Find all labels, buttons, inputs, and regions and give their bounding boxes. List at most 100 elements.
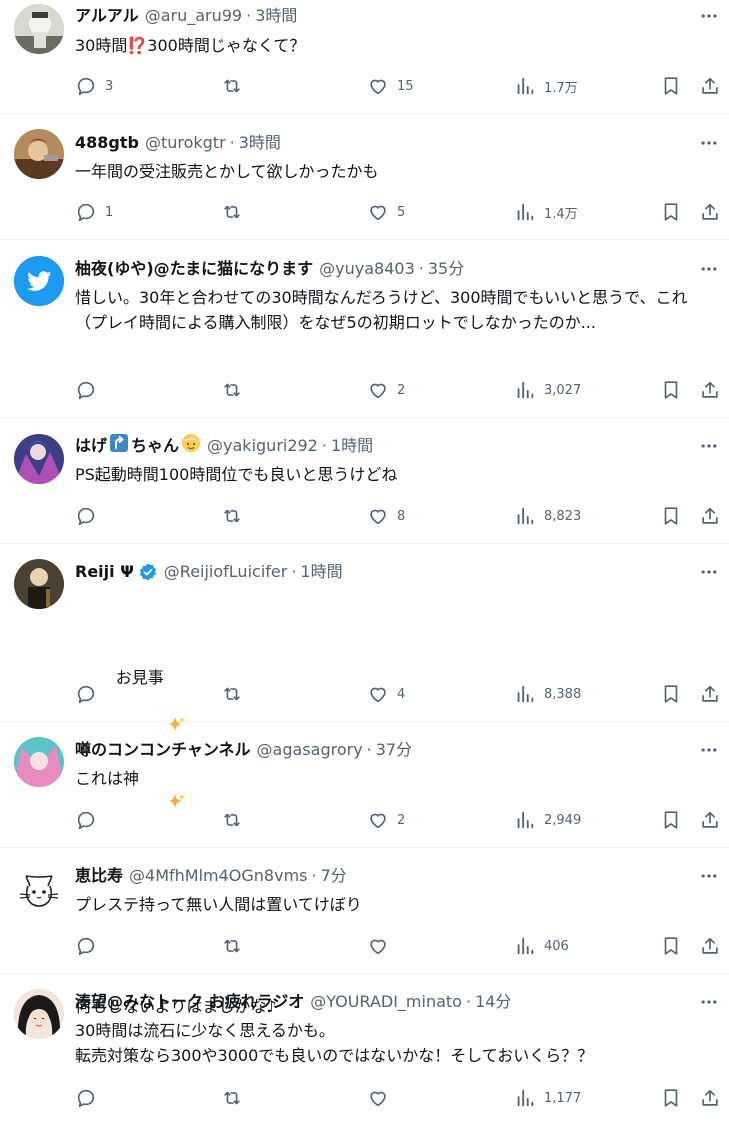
avatar[interactable] (14, 864, 64, 914)
retweet-button[interactable] (221, 378, 251, 402)
like-button[interactable]: 4 (367, 682, 405, 706)
bookmark-button[interactable] (660, 1086, 682, 1110)
user-handle[interactable]: @turokgtr (145, 131, 226, 155)
reply-button[interactable] (75, 682, 105, 706)
more-options-button[interactable] (697, 864, 721, 888)
share-button[interactable] (699, 378, 721, 402)
views-button[interactable]: 3,027 (514, 378, 581, 402)
more-options-button[interactable] (697, 560, 721, 584)
timestamp[interactable]: 3時間 (255, 4, 297, 28)
share-button[interactable] (699, 74, 721, 98)
user-handle[interactable]: @yakiguri292 (207, 434, 318, 458)
retweet-button[interactable] (221, 1086, 251, 1110)
display-name[interactable]: Reiji Ψ (75, 560, 134, 584)
share-button[interactable] (699, 808, 721, 832)
tweet-5[interactable]: Reiji Ψ @ReijiofLuicifer · 1時間 お見事 何もしない… (0, 544, 729, 1016)
avatar[interactable] (14, 4, 64, 54)
avatar[interactable] (14, 129, 64, 179)
timestamp[interactable]: 14分 (475, 990, 511, 1014)
reply-button[interactable] (75, 378, 105, 402)
display-name-part[interactable]: ちゃん (131, 434, 179, 458)
share-button[interactable] (699, 934, 721, 958)
user-handle[interactable]: @yuya8403 (319, 257, 415, 281)
user-handle[interactable]: @YOURADI_minato (310, 990, 462, 1014)
share-button[interactable] (699, 504, 721, 528)
user-handle[interactable]: @ReijiofLuicifer (164, 560, 288, 584)
timestamp[interactable]: 3時間 (239, 131, 281, 155)
reply-button[interactable] (75, 934, 105, 958)
like-button[interactable] (367, 1086, 397, 1110)
reply-button[interactable] (75, 808, 105, 832)
views-button[interactable]: 2,949 (514, 808, 581, 832)
retweet-button[interactable] (221, 808, 251, 832)
bookmark-button[interactable] (660, 682, 682, 706)
more-options-button[interactable] (697, 990, 721, 1014)
display-name[interactable]: 噂のコンコンチャンネル (75, 738, 251, 762)
retweet-button[interactable] (221, 200, 251, 224)
heart-icon (370, 687, 386, 703)
tweet-8[interactable]: 湊望@みなトーク お疲れラジオ @YOURADI_minato · 14分 30… (0, 974, 729, 1125)
timestamp[interactable]: 1時間 (300, 560, 342, 584)
bookmark-button[interactable] (660, 504, 682, 528)
avatar[interactable] (14, 559, 64, 609)
tweet-2[interactable]: 488gtb @turokgtr · 3時間 一年間の受注販売とかして欲しかった… (0, 114, 729, 240)
display-name-part[interactable]: はげ (75, 434, 107, 458)
tweet-7[interactable]: 恵比寿 @4MfhMlm4OGn8vms · 7分 プレステ持って無い人間は置い… (0, 848, 729, 974)
tweet-6[interactable]: 噂のコンコンチャンネル @agasagrory · 37分 これは神 2 2,9… (0, 722, 729, 848)
timestamp[interactable]: 37分 (376, 738, 412, 762)
tweet-4[interactable]: はげ ちゃん @yakiguri292 · 1時間 PS起動時間100時間位でも… (0, 418, 729, 544)
tweet-header: アルアル @aru_aru99 · 3時間 (75, 4, 297, 28)
display-name[interactable]: 488gtb (75, 131, 139, 155)
retweet-button[interactable] (221, 682, 251, 706)
display-name[interactable]: アルアル (75, 4, 139, 28)
display-name[interactable]: 湊望@みなトーク お疲れラジオ (75, 990, 304, 1014)
more-options-button[interactable] (697, 4, 721, 28)
like-button[interactable]: 5 (367, 200, 405, 224)
like-button[interactable]: 8 (367, 504, 405, 528)
more-options-button[interactable] (697, 738, 721, 762)
retweet-button[interactable] (221, 934, 251, 958)
user-handle[interactable]: @agasagrory (257, 738, 363, 762)
tweet-3[interactable]: 柚夜(ゆや)@たまに猫になります @yuya8403 · 35分 惜しい。30年… (0, 240, 729, 418)
timestamp[interactable]: 7分 (321, 864, 347, 888)
views-button[interactable]: 8,823 (514, 504, 581, 528)
views-button[interactable]: 1.7万 (514, 74, 578, 98)
timestamp[interactable]: 35分 (428, 257, 464, 281)
share-button[interactable] (699, 200, 721, 224)
like-button[interactable]: 15 (367, 74, 414, 98)
tweet-1[interactable]: アルアル @aru_aru99 · 3時間 30時間⁉️300時間じゃなくて？ … (0, 0, 729, 114)
reply-button[interactable]: 1 (75, 200, 113, 224)
bookmark-button[interactable] (660, 74, 682, 98)
bookmark-button[interactable] (660, 200, 682, 224)
views-button[interactable]: 8,388 (514, 682, 581, 706)
user-handle[interactable]: @4MfhMlm4OGn8vms (129, 864, 307, 888)
retweet-button[interactable] (221, 504, 251, 528)
reply-button[interactable] (75, 504, 105, 528)
display-name[interactable]: 恵比寿 (75, 864, 123, 888)
share-button[interactable] (699, 1086, 721, 1110)
like-button[interactable]: 2 (367, 808, 405, 832)
more-options-button[interactable] (697, 131, 721, 155)
display-name[interactable]: 柚夜(ゆや)@たまに猫になります (75, 257, 313, 281)
share-button[interactable] (699, 682, 721, 706)
avatar[interactable] (14, 256, 64, 306)
bookmark-button[interactable] (660, 808, 682, 832)
more-options-button[interactable] (697, 257, 721, 281)
user-handle[interactable]: @aru_aru99 (145, 4, 242, 28)
retweet-button[interactable] (221, 74, 251, 98)
avatar[interactable] (14, 989, 64, 1039)
reply-button[interactable]: 3 (75, 74, 113, 98)
timestamp[interactable]: 1時間 (331, 434, 373, 458)
more-options-button[interactable] (697, 434, 721, 458)
views-button[interactable]: 406 (514, 934, 569, 958)
views-button[interactable]: 1,177 (514, 1086, 581, 1110)
like-button[interactable]: 2 (367, 378, 405, 402)
like-button[interactable] (367, 934, 397, 958)
bookmark-button[interactable] (660, 378, 682, 402)
bookmark-button[interactable] (660, 934, 682, 958)
bookmark-icon (664, 811, 678, 829)
avatar[interactable] (14, 737, 64, 787)
avatar[interactable] (14, 434, 64, 484)
views-button[interactable]: 1.4万 (514, 200, 578, 224)
reply-button[interactable] (75, 1086, 105, 1110)
